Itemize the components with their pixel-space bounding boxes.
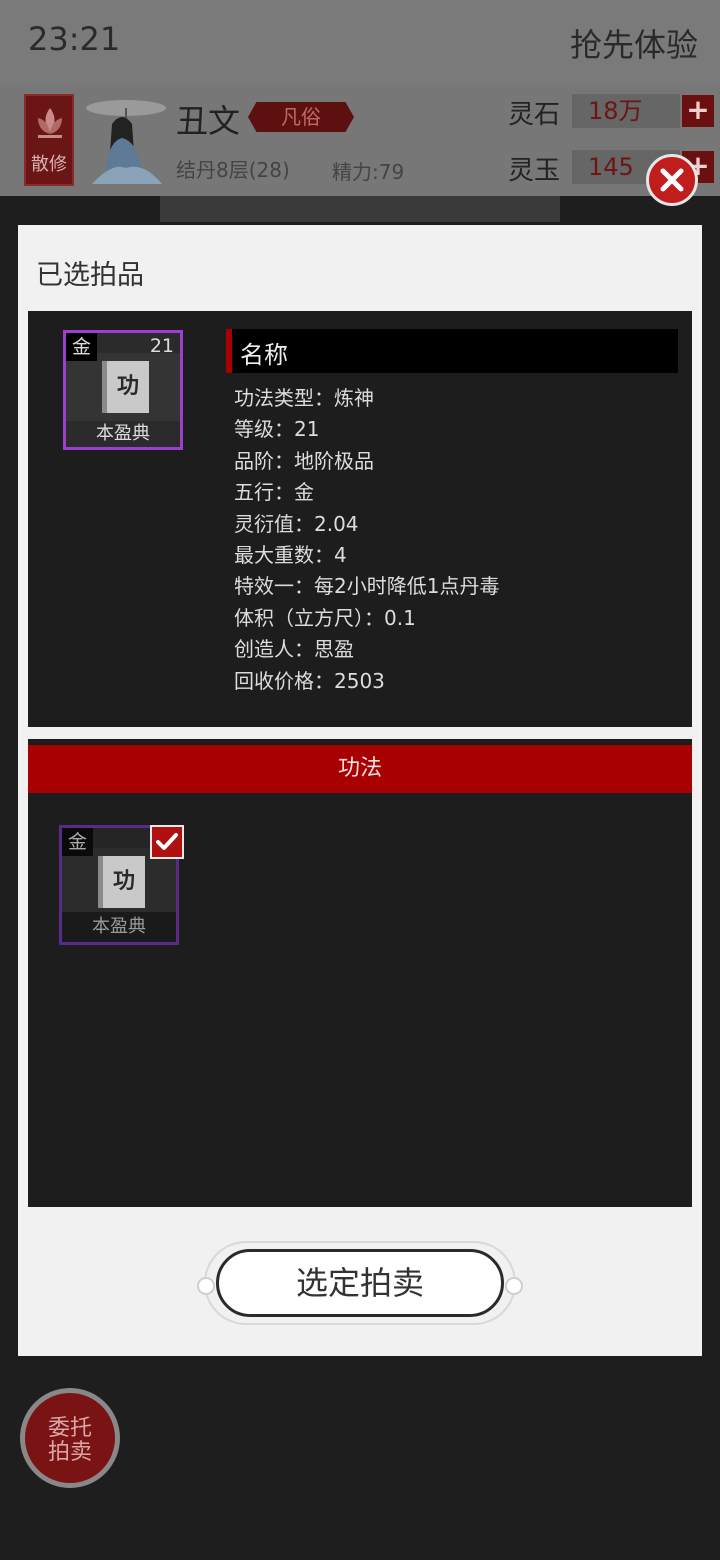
spirit-stone-value: 18万 [572,94,680,128]
lotus-icon [38,108,62,138]
attr-technique-type: 功法类型：炼神 [234,386,374,410]
player-header: 散修 丑文 凡俗 结丹8层(28) 精力:79 灵石 18万 + 灵玉 145 … [0,84,720,196]
item-level: 21 [149,335,174,357]
attr-level: 等级：21 [234,417,320,442]
select-auction-button[interactable]: 选定拍卖 [216,1249,504,1317]
item-detail-panel: 金 21 功 本盈典 名称 功法类型：炼神 等级：21 品阶：地阶极品 五行：金… [28,311,692,727]
confirm-button-frame: 选定拍卖 [197,1241,523,1325]
attr-max-layers: 最大重数：4 [234,542,347,567]
dialog-title: 已选拍品 [36,260,144,291]
checkmark-icon [156,833,178,850]
background-tab-strip [160,196,560,222]
item-attribute-list: 功法类型：炼神 等级：21 品阶：地阶极品 五行：金 灵衍值：2.04 最大重数… [234,383,499,697]
element-badge: 金 [62,828,94,856]
manual-book-icon: 功 [98,856,145,908]
fab-line-1: 委托 [47,1416,92,1441]
spirit-stone-label: 灵石 [508,100,561,130]
sect-label: 散修 [31,154,67,175]
attr-element: 五行：金 [234,480,314,505]
early-access-label: 抢先体验 [569,26,698,64]
category-header[interactable]: 功法 [28,745,692,793]
frame-knob-right [505,1277,523,1295]
selected-item-card: 金 21 功 本盈典 [63,330,183,450]
cultivation-realm: 结丹8层(28) [176,158,290,182]
item-name: 本盈典 [62,912,176,942]
attr-recycle-price: 回收价格：2503 [234,668,385,693]
attr-grade: 品阶：地阶极品 [234,448,374,473]
attr-spirit-value: 灵衍值：2.04 [234,511,359,536]
spirit-jade-label: 灵玉 [508,156,561,186]
name-header-label: 名称 [240,341,288,369]
attr-volume: 体积（立方尺）：0.1 [234,605,416,630]
avatar[interactable] [82,92,168,188]
element-badge: 金 [66,333,98,361]
clock: 23:21 [28,20,121,58]
add-spirit-stone-button[interactable]: + [682,95,714,127]
manual-book-icon: 功 [102,361,149,413]
attr-effect-one: 特效一：每2小时降低1点丹毒 [234,574,500,599]
rank-badge: 凡俗 [248,102,354,132]
sect-badge[interactable]: 散修 [24,94,74,186]
name-header-bar: 名称 [226,329,678,373]
fab-line-2: 拍卖 [47,1440,92,1465]
close-icon [660,168,684,192]
close-button[interactable] [646,154,698,206]
status-bar: 23:21 抢先体验 [0,0,720,84]
player-name: 丑文 [176,102,241,140]
selected-checkbox[interactable] [150,825,184,859]
consign-auction-button[interactable]: 委托 拍卖 [20,1388,120,1488]
frame-knob-left [197,1277,215,1295]
item-name: 本盈典 [96,423,150,444]
item-list-panel: 功法 金 功 本盈典 [28,739,692,1207]
attr-creator: 创造人：思盈 [234,637,354,662]
energy-value: 精力:79 [332,160,405,184]
selected-lot-dialog: 已选拍品 金 21 功 本盈典 名称 功法类型：炼神 等级：21 品阶：地阶极品… [18,225,702,1356]
